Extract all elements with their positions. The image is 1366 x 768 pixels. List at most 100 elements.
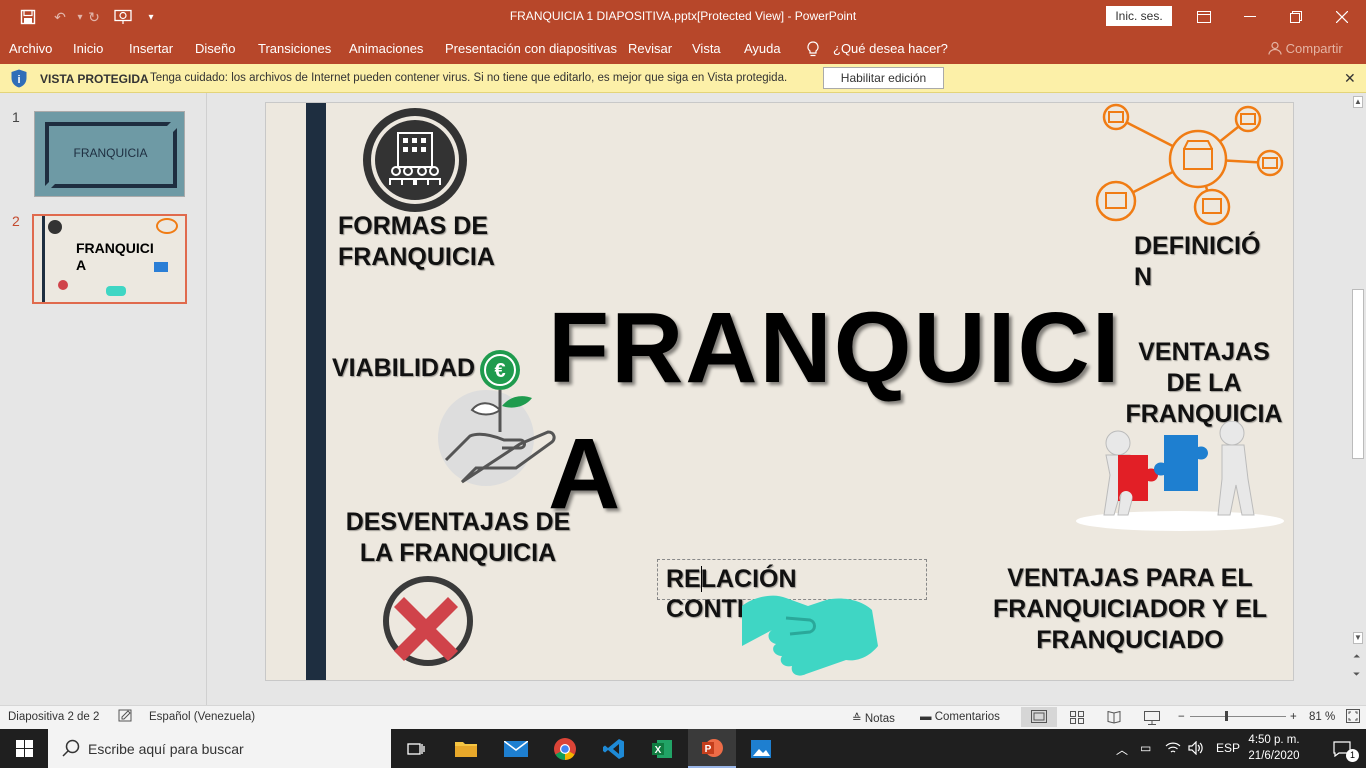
powerpoint-icon[interactable]: P — [688, 729, 736, 768]
share-label: Compartir — [1285, 41, 1343, 56]
zoom-slider[interactable] — [1190, 716, 1286, 717]
ribbon-display-options-icon[interactable] — [1181, 0, 1227, 33]
protected-view-bar: i VISTA PROTEGIDA Tenga cuidado: los arc… — [0, 64, 1366, 93]
reading-view-icon[interactable] — [1107, 710, 1121, 727]
scroll-up-icon[interactable]: ▲ — [1353, 96, 1363, 108]
slide-number: 1 — [12, 109, 20, 125]
vscode-icon[interactable] — [590, 729, 638, 768]
tab-revisar[interactable]: Revisar — [628, 41, 672, 56]
vertical-scrollbar[interactable]: ▲ ▼ ⏶ ⏷ — [1350, 93, 1366, 705]
slideshow-icon[interactable] — [1144, 711, 1160, 728]
restore-icon[interactable] — [1273, 0, 1319, 33]
definicion-label[interactable]: DEFINICIÓ N — [1134, 231, 1284, 293]
tab-inicio[interactable]: Inicio — [73, 41, 103, 56]
desventajas-label[interactable]: DESVENTAJAS DE LA FRANQUICIA — [338, 507, 578, 569]
system-clock[interactable]: 4:50 p. m. 21/6/2020 — [1244, 732, 1304, 764]
undo-icon[interactable]: ↶ — [50, 7, 70, 27]
puzzle-people-icon — [1076, 421, 1284, 531]
status-bar: Diapositiva 2 de 2 Español (Venezuela) ≙… — [0, 705, 1366, 729]
notes-label: Notas — [864, 713, 895, 725]
enable-editing-button[interactable]: Habilitar edición — [823, 67, 944, 89]
taskbar-search-box[interactable]: Escribe aquí para buscar — [48, 729, 391, 768]
tab-ayuda[interactable]: Ayuda — [744, 41, 781, 56]
start-from-beginning-icon[interactable] — [113, 7, 133, 27]
normal-view-icon[interactable] — [1021, 707, 1057, 727]
svg-text:X: X — [655, 745, 662, 756]
protected-view-title: VISTA PROTEGIDA — [40, 72, 149, 86]
comment-icon: ▬ — [920, 711, 932, 723]
thumbnail-bar — [42, 216, 45, 302]
red-x-icon — [383, 576, 473, 666]
show-hidden-icons-icon[interactable]: ︿ — [1116, 741, 1128, 758]
sign-in-button[interactable]: Inic. ses. — [1106, 6, 1172, 26]
close-icon[interactable]: ✕ — [1344, 70, 1356, 87]
share-button[interactable]: Compartir — [1268, 41, 1343, 56]
slide-title[interactable]: FRANQUICIA — [548, 285, 1128, 537]
slide-sorter-icon[interactable] — [1070, 711, 1084, 727]
mail-icon[interactable] — [492, 729, 540, 768]
tell-me-input[interactable]: ¿Qué desea hacer? — [833, 41, 948, 56]
zoom-out-icon[interactable]: − — [1178, 711, 1185, 723]
notes-button[interactable]: ≙ Notas — [852, 711, 895, 725]
language-indicator[interactable]: Español (Venezuela) — [149, 711, 255, 723]
notifications-icon[interactable]: 1 — [1318, 729, 1366, 768]
tab-animaciones[interactable]: Animaciones — [349, 41, 423, 56]
office-building-icon — [363, 108, 467, 212]
customize-quick-access-icon[interactable]: ▾ — [141, 7, 161, 27]
input-language[interactable]: ESP — [1216, 741, 1240, 755]
comments-button[interactable]: ▬ Comentarios — [920, 711, 1000, 723]
zoom-in-icon[interactable]: + — [1290, 711, 1297, 723]
formas-label[interactable]: FORMAS DE FRANQUICIA — [338, 211, 508, 273]
scroll-thumb[interactable] — [1352, 289, 1364, 459]
tab-archivo[interactable]: Archivo — [9, 41, 52, 56]
slide-thumbnail-1[interactable]: FRANQUICIA — [34, 111, 185, 197]
photos-icon[interactable] — [737, 729, 785, 768]
fit-to-window-icon[interactable] — [1346, 709, 1360, 726]
svg-text:P: P — [705, 744, 712, 755]
svg-text:i: i — [17, 74, 20, 86]
tab-transiciones[interactable]: Transiciones — [258, 41, 331, 56]
windows-start-icon[interactable] — [0, 729, 48, 768]
lightbulb-icon — [806, 41, 820, 60]
puzzle-icon — [154, 262, 168, 272]
slide-canvas[interactable]: FORMAS DE FRANQUICIA DEFINICIÓ N FRANQUI… — [265, 102, 1294, 681]
save-icon[interactable] — [18, 7, 38, 27]
zoom-level[interactable]: 81 % — [1309, 711, 1335, 723]
ventajas-para-label[interactable]: VENTAJAS PARA EL FRANQUICIADOR Y EL FRAN… — [980, 563, 1280, 656]
tab-presentacion[interactable]: Presentación con diapositivas — [445, 41, 617, 56]
notes-icon: ≙ — [852, 713, 862, 725]
text-cursor — [701, 566, 702, 592]
tab-vista[interactable]: Vista — [692, 41, 721, 56]
network-icon[interactable] — [1165, 741, 1181, 758]
task-view-icon[interactable] — [392, 729, 440, 768]
keyboard-icon[interactable]: ▭ — [1140, 741, 1151, 755]
network-icon — [156, 218, 178, 234]
spellcheck-icon[interactable] — [118, 709, 134, 726]
protected-view-message: Tenga cuidado: los archivos de Internet … — [150, 72, 788, 84]
redo-icon[interactable]: ↻ — [84, 7, 104, 27]
slide-thumbnail-2[interactable]: FRANQUICI A — [32, 214, 187, 304]
handshake-icon — [106, 286, 126, 296]
ribbon-tabs: Archivo Inicio Insertar Diseño Transicio… — [0, 33, 1366, 64]
thumbnail-title: FRANQUICIA — [73, 146, 148, 160]
windows-taskbar: Escribe aquí para buscar X P ︿ ▭ ESP 4:5… — [0, 729, 1366, 768]
comments-label: Comentarios — [934, 711, 1000, 723]
clock-date: 21/6/2020 — [1248, 750, 1300, 762]
title-bar: ↶ ▾ ↻ ▾ FRANQUICIA 1 DIAPOSITIVA.pptx[Pr… — [0, 0, 1366, 33]
next-slide-icon[interactable]: ⏷ — [1353, 669, 1360, 680]
previous-slide-icon[interactable]: ⏶ — [1353, 651, 1360, 662]
zoom-slider-thumb[interactable] — [1225, 711, 1228, 721]
minimize-icon[interactable] — [1227, 0, 1273, 33]
x-icon — [58, 280, 68, 290]
notification-badge: 1 — [1346, 749, 1359, 762]
close-icon[interactable] — [1319, 0, 1365, 33]
tab-diseno[interactable]: Diseño — [195, 41, 235, 56]
tab-insertar[interactable]: Insertar — [129, 41, 173, 56]
volume-icon[interactable] — [1188, 740, 1204, 758]
excel-icon[interactable]: X — [638, 729, 686, 768]
file-explorer-icon[interactable] — [442, 729, 490, 768]
chrome-icon[interactable] — [541, 729, 589, 768]
scroll-down-icon[interactable]: ▼ — [1353, 632, 1363, 644]
search-icon — [62, 739, 80, 760]
ventajas-label[interactable]: VENTAJAS DE LA FRANQUICIA — [1124, 337, 1284, 430]
